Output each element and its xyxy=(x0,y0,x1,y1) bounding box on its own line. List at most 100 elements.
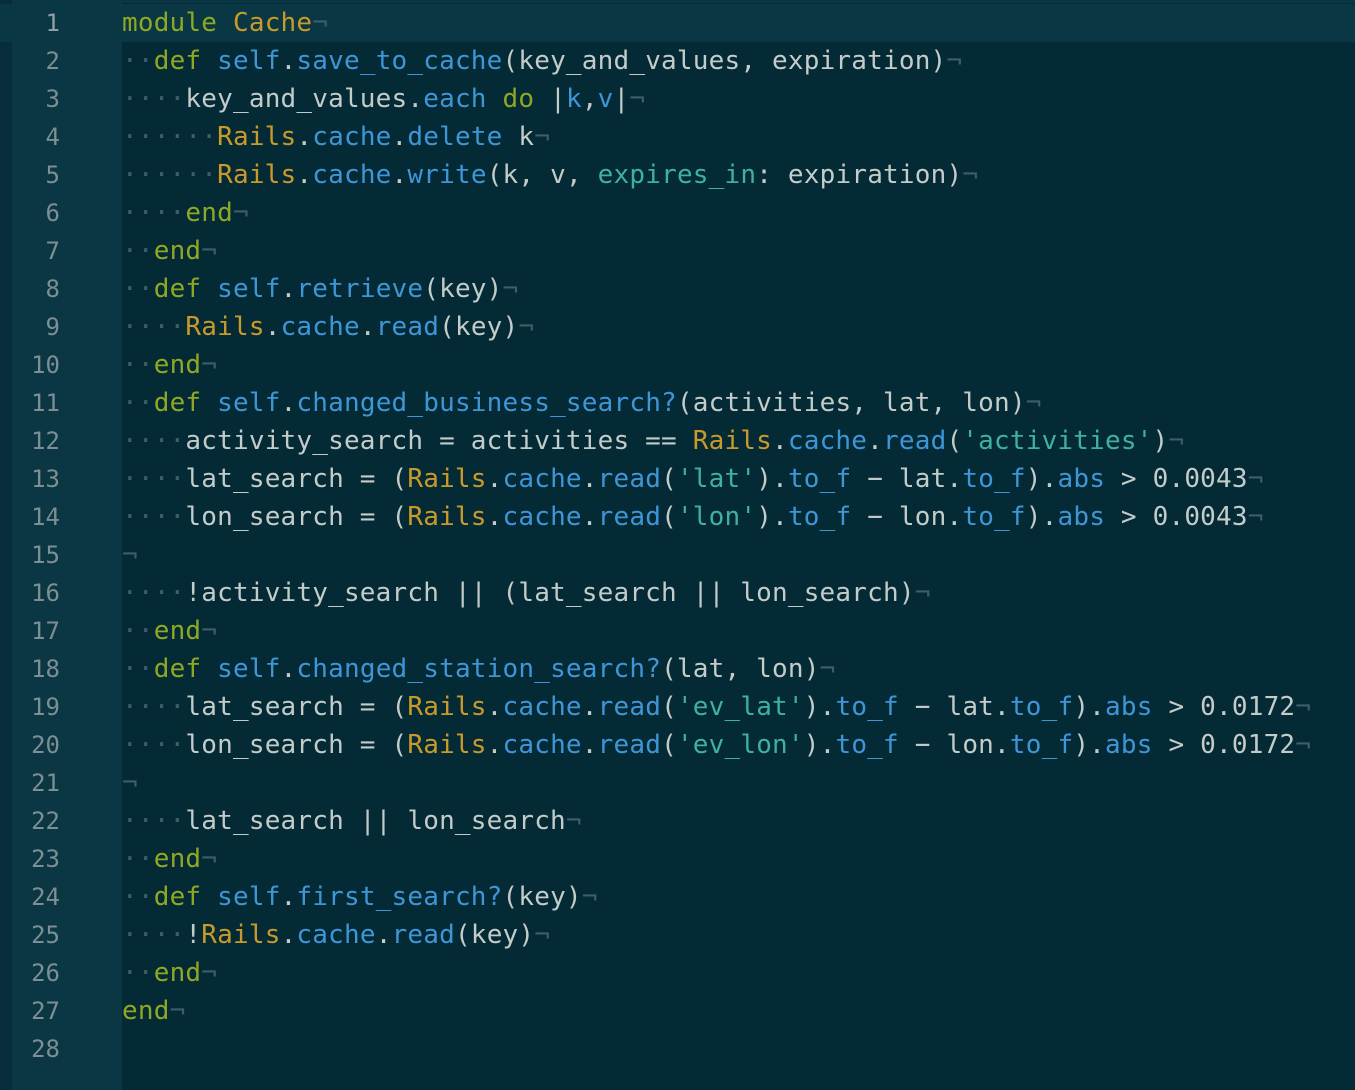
code-text: ······Rails.cache.delete k¬ xyxy=(122,118,550,156)
code-line[interactable]: 23 ··end¬ xyxy=(0,840,1355,878)
code-line[interactable]: 21 ¬ xyxy=(0,764,1355,802)
code-line[interactable]: 6 ····end¬ xyxy=(0,194,1355,232)
end-of-line-marker: ¬ xyxy=(962,160,979,190)
code-token: . xyxy=(581,730,598,760)
invisible-indent: ·· xyxy=(122,616,154,646)
code-token: each xyxy=(423,84,487,114)
end-of-line-marker: ¬ xyxy=(502,274,519,304)
line-number: 14 xyxy=(31,503,60,531)
code-line[interactable]: 28 xyxy=(0,1030,1355,1068)
code-token: end xyxy=(153,236,202,266)
line-number: 17 xyxy=(31,617,60,645)
code-text: ····lat_search || lon_search¬ xyxy=(122,802,582,840)
code-token: end xyxy=(153,844,202,874)
code-line[interactable]: 1 module Cache¬ xyxy=(0,4,1355,42)
code-token: ). xyxy=(1025,502,1058,532)
line-number: 21 xyxy=(31,769,60,797)
end-of-line-marker: ¬ xyxy=(1247,502,1264,532)
code-text: ··def self.first_search?(key)¬ xyxy=(122,878,598,916)
code-line[interactable]: 18 ··def self.changed_station_search?(lat… xyxy=(0,650,1355,688)
end-of-line-marker: ¬ xyxy=(518,312,535,342)
code-token: delete xyxy=(407,122,503,152)
code-line[interactable]: 9 ····Rails.cache.read(key)¬ xyxy=(0,308,1355,346)
code-line[interactable]: 27 end¬ xyxy=(0,992,1355,1030)
code-token: (k, v, xyxy=(486,160,598,190)
end-of-line-marker: ¬ xyxy=(946,46,963,76)
end-of-line-marker: ¬ xyxy=(1168,426,1185,456)
line-number: 26 xyxy=(31,959,60,987)
code-line[interactable]: 15 ¬ xyxy=(0,536,1355,574)
code-token: end xyxy=(153,616,202,646)
code-token: . xyxy=(486,730,503,760)
code-text: ····lat_search = (Rails.cache.read('ev_l… xyxy=(122,688,1311,726)
code-line[interactable]: 2 ··def self.save_to_cache(key_and_values… xyxy=(0,42,1355,80)
code-line[interactable]: 24 ··def self.first_search?(key)¬ xyxy=(0,878,1355,916)
code-line[interactable]: 4 ······Rails.cache.delete k¬ xyxy=(0,118,1355,156)
code-token: : expiration) xyxy=(756,160,963,190)
code-token: . xyxy=(581,464,598,494)
end-of-line-marker: ¬ xyxy=(581,882,598,912)
code-token: 'ev_lat' xyxy=(676,692,804,722)
code-line[interactable]: 5 ······Rails.cache.write(k, v, expires_i… xyxy=(0,156,1355,194)
code-token: ) xyxy=(1152,426,1169,456)
code-line[interactable]: 12 ····activity_search = activities == Ra… xyxy=(0,422,1355,460)
code-token: expires_in xyxy=(597,160,757,190)
code-token: cache xyxy=(296,920,376,950)
code-line[interactable]: 20 ····lon_search = (Rails.cache.read('ev… xyxy=(0,726,1355,764)
code-token: 'lat' xyxy=(676,464,757,494)
code-token: ). xyxy=(1025,464,1058,494)
line-number: 3 xyxy=(45,85,60,113)
code-line[interactable]: 26 ··end¬ xyxy=(0,954,1355,992)
invisible-indent: ·· xyxy=(122,654,154,684)
code-token: read xyxy=(391,920,455,950)
end-of-line-marker: ¬ xyxy=(1295,730,1312,760)
code-line[interactable]: 3 ····key_and_values.each do |k,v|¬ xyxy=(0,80,1355,118)
code-text: ··def self.retrieve(key)¬ xyxy=(122,270,518,308)
code-token: . xyxy=(486,692,503,722)
line-number: 7 xyxy=(45,237,60,265)
code-line[interactable]: 13 ····lat_search = (Rails.cache.read('la… xyxy=(0,460,1355,498)
end-of-line-marker: ¬ xyxy=(201,350,218,380)
code-token: to_f xyxy=(835,730,899,760)
code-line[interactable]: 22 ····lat_search || lon_search¬ xyxy=(0,802,1355,840)
code-text: ····key_and_values.each do |k,v|¬ xyxy=(122,80,645,118)
code-token: . xyxy=(867,426,884,456)
code-editor[interactable]: 1 module Cache¬ 2 ··def self.save_to_cache(… xyxy=(0,0,1355,1090)
code-line[interactable]: 25 ····!Rails.cache.read(key)¬ xyxy=(0,916,1355,954)
code-text: ····!activity_search || (lat_search || l… xyxy=(122,574,931,612)
code-token: Rails xyxy=(201,920,281,950)
end-of-line-marker: ¬ xyxy=(819,654,836,684)
code-line[interactable]: 8 ··def self.retrieve(key)¬ xyxy=(0,270,1355,308)
line-number: 23 xyxy=(31,845,60,873)
code-line[interactable]: 11 ··def self.changed_business_search?(ac… xyxy=(0,384,1355,422)
code-token: cache xyxy=(280,312,360,342)
line-number: 1 xyxy=(45,9,60,37)
code-text: ··end¬ xyxy=(122,612,217,650)
code-token: . xyxy=(391,122,408,152)
code-line[interactable]: 14 ····lon_search = (Rails.cache.read('lo… xyxy=(0,498,1355,536)
code-token: Rails xyxy=(407,464,487,494)
code-token: . xyxy=(280,920,297,950)
code-line[interactable]: 16 ····!activity_search || (lat_search ||… xyxy=(0,574,1355,612)
code-token: ). xyxy=(756,464,788,494)
end-of-line-marker: ¬ xyxy=(122,540,138,570)
code-line[interactable]: 17 ··end¬ xyxy=(0,612,1355,650)
code-text: module Cache¬ xyxy=(122,4,328,42)
code-token: self xyxy=(217,46,281,76)
line-number: 8 xyxy=(45,275,60,303)
code-token: cache xyxy=(502,464,582,494)
code-token: 'lon' xyxy=(676,502,757,532)
end-of-line-marker: ¬ xyxy=(914,578,931,608)
code-token: changed_business_search? xyxy=(296,388,677,418)
code-token: (key) xyxy=(423,274,503,304)
line-number: 27 xyxy=(31,997,60,1025)
invisible-indent: ···· xyxy=(122,426,186,456)
code-token: . xyxy=(581,692,598,722)
code-line[interactable]: 19 ····lat_search = (Rails.cache.read('ev… xyxy=(0,688,1355,726)
invisible-indent: ···· xyxy=(122,692,186,722)
code-token: (key_and_values, expiration) xyxy=(502,46,947,76)
code-token: lon_search = ( xyxy=(185,502,408,532)
code-token: Rails xyxy=(692,426,773,456)
code-line[interactable]: 7 ··end¬ xyxy=(0,232,1355,270)
code-line[interactable]: 10 ··end¬ xyxy=(0,346,1355,384)
